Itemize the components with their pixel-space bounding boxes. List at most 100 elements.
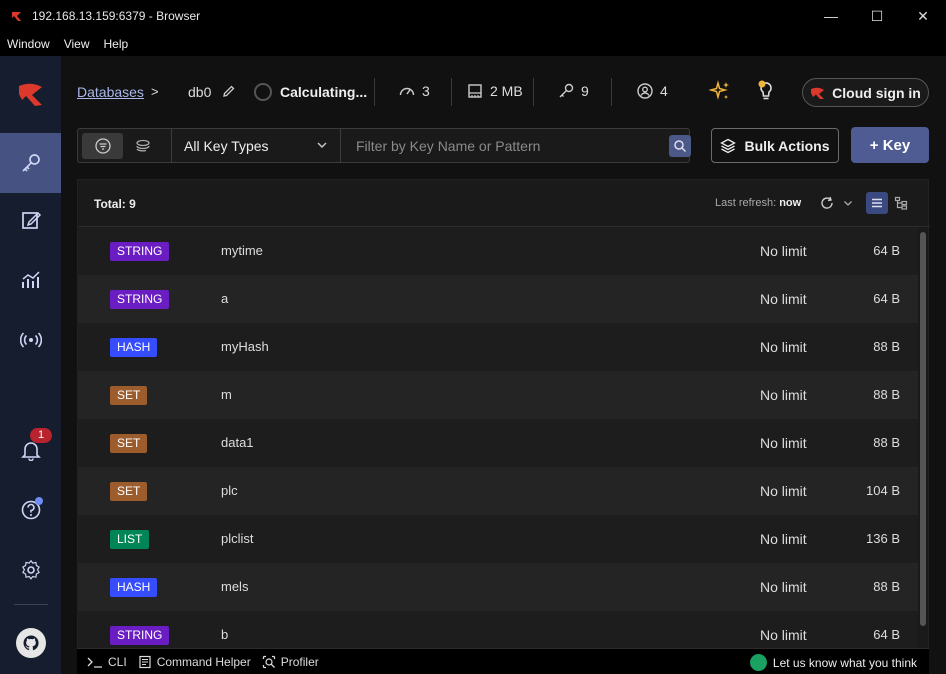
filter-bar: All Key Types xyxy=(77,128,691,163)
redis-logo-icon xyxy=(811,87,825,99)
chevron-down-icon[interactable] xyxy=(843,198,853,208)
list-view-button[interactable] xyxy=(866,192,888,214)
key-row[interactable]: SET data1 No limit 88 B xyxy=(78,419,918,467)
terminal-icon xyxy=(87,657,102,668)
layers-search-icon xyxy=(135,139,150,152)
sparkle-icon[interactable] xyxy=(709,80,731,102)
stat-keys-value: 9 xyxy=(581,83,589,99)
breadcrumb-databases-link[interactable]: Databases xyxy=(77,84,144,100)
key-ttl: No limit xyxy=(760,387,807,403)
divider xyxy=(451,78,452,106)
cloud-sign-in-label: Cloud sign in xyxy=(832,84,921,101)
key-row[interactable]: STRING mytime No limit 64 B xyxy=(78,227,918,275)
menu-window[interactable]: Window xyxy=(0,37,57,51)
key-name: data1 xyxy=(221,435,254,450)
key-type-badge: LIST xyxy=(110,530,150,549)
command-helper-button[interactable]: Command Helper xyxy=(138,655,251,669)
bottom-bar: CLI Command Helper Profiler Let us know … xyxy=(77,648,929,674)
minimize-button[interactable]: — xyxy=(808,0,854,32)
close-button[interactable]: ✕ xyxy=(900,0,946,32)
key-type-badge: STRING xyxy=(110,626,170,645)
cloud-sign-in-button[interactable]: Cloud sign in xyxy=(802,78,929,107)
speedometer-icon xyxy=(399,87,415,96)
search-button[interactable] xyxy=(669,135,691,157)
key-row[interactable]: HASH myHash No limit 88 B xyxy=(78,323,918,371)
redis-insight-logo-icon[interactable] xyxy=(16,80,46,110)
key-row[interactable]: STRING a No limit 64 B xyxy=(78,275,918,323)
lightbulb-icon[interactable] xyxy=(753,78,779,104)
key-ttl: No limit xyxy=(760,339,807,355)
key-size: 136 B xyxy=(866,531,900,546)
stat-connections-value: 4 xyxy=(660,83,668,99)
tree-icon xyxy=(894,196,908,210)
sidebar-item-browser[interactable] xyxy=(0,133,61,193)
key-name: b xyxy=(221,627,229,642)
last-refresh-value: now xyxy=(779,197,802,209)
key-type-select[interactable]: All Key Types xyxy=(171,129,341,162)
keys-panel: Total: 9 Last refresh: now STRING mytime… xyxy=(77,179,930,674)
bulk-actions-button[interactable]: Bulk Actions xyxy=(711,128,839,163)
profiler-button[interactable]: Profiler xyxy=(262,655,319,669)
menu-help[interactable]: Help xyxy=(96,37,135,51)
stat-memory: 2 MB xyxy=(466,82,523,100)
pencil-icon[interactable] xyxy=(222,84,236,98)
command-helper-label: Command Helper xyxy=(156,654,251,669)
sidebar-item-help[interactable] xyxy=(0,480,61,540)
key-ttl: No limit xyxy=(760,531,807,547)
key-name: mytime xyxy=(221,243,263,258)
filter-mode-button[interactable] xyxy=(82,133,123,159)
key-row[interactable]: SET plc No limit 104 B xyxy=(78,467,918,515)
sidebar-item-notifications[interactable] xyxy=(0,420,61,480)
key-type-badge: HASH xyxy=(110,338,158,357)
stat-clients-value: 3 xyxy=(422,83,430,99)
menu-view[interactable]: View xyxy=(57,37,97,51)
db-name: db0 xyxy=(188,84,212,100)
key-name: plclist xyxy=(221,531,254,546)
keys-panel-header: Total: 9 Last refresh: now xyxy=(78,180,930,227)
divider xyxy=(533,78,534,106)
window-title: 192.168.13.159:6379 - Browser xyxy=(32,9,201,23)
key-row[interactable]: STRING b No limit 64 B xyxy=(78,611,918,648)
breadcrumb-separator: > xyxy=(151,84,159,99)
sidebar-item-analysis[interactable] xyxy=(0,250,61,310)
github-icon[interactable] xyxy=(16,628,46,658)
key-ttl: No limit xyxy=(760,483,807,499)
last-refresh-label: Last refresh: xyxy=(715,197,780,209)
vector-search-button[interactable] xyxy=(123,133,164,159)
refresh-icon[interactable] xyxy=(820,196,834,210)
key-search-input[interactable] xyxy=(356,136,666,156)
stat-connections: 4 xyxy=(636,82,668,100)
sidebar-item-workbench[interactable] xyxy=(0,190,61,250)
notification-badge: 1 xyxy=(30,428,52,443)
key-type-badge: SET xyxy=(110,482,148,501)
menu-bar: Window View Help xyxy=(0,32,946,56)
divider xyxy=(611,78,612,106)
list-icon xyxy=(872,198,882,208)
document-icon xyxy=(139,655,151,668)
add-key-button[interactable]: + Key xyxy=(851,127,929,163)
tree-view-button[interactable] xyxy=(891,193,911,213)
redis-logo-icon xyxy=(10,9,24,23)
keys-list-scrollbar[interactable] xyxy=(920,232,926,626)
key-size: 104 B xyxy=(866,483,900,498)
last-refresh: Last refresh: now xyxy=(715,197,801,209)
key-row[interactable]: SET m No limit 88 B xyxy=(78,371,918,419)
filter-icon xyxy=(94,138,111,154)
memory-icon xyxy=(468,84,482,98)
maximize-button[interactable]: ☐ xyxy=(854,0,900,32)
sidebar: 1 xyxy=(0,56,61,674)
cli-button[interactable]: CLI xyxy=(87,655,127,669)
key-type-select-value: All Key Types xyxy=(184,137,269,154)
key-row[interactable]: HASH mels No limit 88 B xyxy=(78,563,918,611)
sidebar-item-settings[interactable] xyxy=(0,540,61,600)
gear-icon xyxy=(21,559,40,580)
layers-icon xyxy=(720,138,737,153)
search-mode-toggle xyxy=(82,133,172,159)
sidebar-item-pubsub[interactable] xyxy=(0,310,61,370)
feedback-link[interactable]: Let us know what you think xyxy=(749,654,917,671)
key-row[interactable]: LIST plclist No limit 136 B xyxy=(78,515,918,563)
key-type-badge: STRING xyxy=(110,242,170,261)
stat-keys: 9 xyxy=(557,82,589,100)
edit-icon xyxy=(21,211,41,229)
key-ttl: No limit xyxy=(760,243,807,259)
